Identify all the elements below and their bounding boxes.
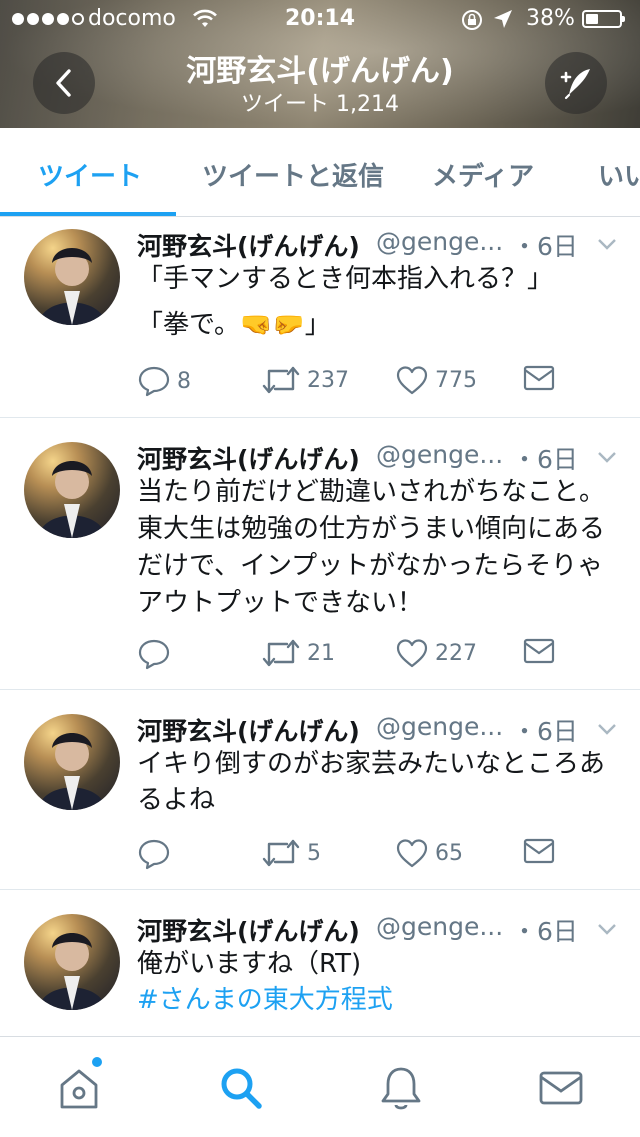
tweet-item[interactable]: 河野玄斗(げんげん) @genge... ・6日 「手マンするとき何本指入れる？… — [0, 217, 640, 418]
profile-name: 河野玄斗(げんげん) — [186, 54, 454, 89]
reply-icon — [138, 639, 170, 670]
status-bar: docomo 20:14 38% — [0, 0, 640, 40]
reply-icon — [138, 366, 170, 397]
tweet-author-handle: @genge... — [376, 912, 504, 941]
retweet-icon — [262, 366, 300, 394]
tweet-actions: 21 227 — [137, 638, 617, 672]
direct-message-button[interactable] — [523, 365, 555, 391]
location-arrow-icon — [494, 10, 512, 28]
tweet-text: イキり倒すのがお家芸みたいなところあるよね — [137, 746, 627, 818]
compose-feather-icon — [560, 69, 590, 100]
chevron-down-icon[interactable] — [596, 446, 618, 468]
bottom-navigation — [0, 1036, 640, 1137]
tweet-text: 俺がいますね（RT) #さんまの東大方程式 — [137, 946, 627, 1018]
tweet-author-name[interactable]: 河野玄斗(げんげん) — [137, 227, 360, 263]
hashtag-link[interactable]: #さんまの東大方程式 — [137, 982, 627, 1018]
direct-message-icon — [523, 365, 555, 391]
messages-icon — [539, 1071, 583, 1105]
tab-tweets-and-replies[interactable]: ツイートと返信 — [202, 156, 384, 193]
direct-message-button[interactable] — [523, 838, 555, 864]
tweet-item[interactable]: 河野玄斗(げんげん) @genge... ・6日 イキり倒すのがお家芸みたいなと… — [0, 690, 640, 890]
like-count: 227 — [435, 640, 477, 666]
chevron-down-icon[interactable] — [596, 718, 618, 740]
compose-tweet-button[interactable] — [545, 52, 607, 114]
profile-tabs: ツイート ツイートと返信 メディア いい — [0, 128, 640, 217]
retweet-count: 21 — [307, 640, 335, 666]
battery-percent: 38% — [526, 6, 575, 31]
like-icon — [396, 366, 428, 395]
like-button[interactable]: 65 — [395, 838, 463, 868]
chevron-down-icon[interactable] — [596, 918, 618, 940]
tweet-actions: 5 65 — [137, 838, 617, 872]
like-count: 65 — [435, 840, 463, 866]
retweet-icon — [262, 839, 300, 867]
direct-message-icon — [523, 838, 555, 864]
reply-icon — [138, 839, 170, 870]
retweet-count: 5 — [307, 840, 321, 866]
tweet-text-line: 「手マンするとき何本指入れる？」 — [137, 264, 554, 294]
avatar[interactable] — [24, 714, 120, 810]
tweet-timestamp: ・6日 — [512, 717, 578, 746]
notifications-icon — [381, 1067, 421, 1110]
rotation-lock-icon — [462, 10, 482, 30]
nav-notifications[interactable] — [376, 1063, 426, 1113]
profile-header: docomo 20:14 38% 河野玄斗(げんげん) ツイート 1,214 — [0, 0, 640, 128]
search-icon — [221, 1068, 262, 1109]
tweet-text-line: 当たり前だけど勘違いされがちなこと。東大生は勉強の仕方がうまい傾向にあるだけで、… — [137, 477, 606, 618]
tweet-text-line: 「拳で。🤜🤛」 — [137, 310, 331, 340]
new-tweets-indicator — [92, 1057, 102, 1067]
retweet-count: 237 — [307, 367, 349, 393]
retweet-button[interactable]: 5 — [261, 838, 321, 868]
retweet-button[interactable]: 237 — [261, 365, 349, 395]
tab-likes[interactable]: いい — [598, 156, 640, 193]
tweet-author-handle: @genge... — [376, 440, 504, 469]
avatar[interactable] — [24, 914, 120, 1010]
like-icon — [396, 639, 428, 668]
direct-message-icon — [523, 638, 555, 664]
tweet-author-name[interactable]: 河野玄斗(げんげん) — [137, 712, 360, 748]
tweet-timestamp: ・6日 — [512, 232, 578, 261]
tweet-item[interactable]: 河野玄斗(げんげん) @genge... ・6日 当たり前だけど勘違いされがちな… — [0, 418, 640, 690]
avatar[interactable] — [24, 442, 120, 538]
like-count: 775 — [435, 367, 477, 393]
tweet-timestamp: ・6日 — [512, 917, 578, 946]
nav-search[interactable] — [216, 1063, 266, 1113]
like-icon — [396, 839, 428, 868]
tweet-count: ツイート 1,214 — [241, 92, 399, 117]
home-icon — [60, 1069, 98, 1109]
tweet-author-name[interactable]: 河野玄斗(げんげん) — [137, 912, 360, 948]
tweet-text-line: 俺がいますね（RT) — [137, 949, 362, 979]
reply-button[interactable] — [137, 838, 177, 870]
tweet-text: 「手マンするとき何本指入れる？」 「拳で。🤜🤛」 — [137, 261, 627, 353]
like-button[interactable]: 227 — [395, 638, 477, 668]
tweet-timeline[interactable]: 河野玄斗(げんげん) @genge... ・6日 「手マンするとき何本指入れる？… — [0, 217, 640, 1037]
reply-button[interactable]: 8 — [137, 365, 191, 397]
tweet-item[interactable]: 河野玄斗(げんげん) @genge... ・6日 俺がいますね（RT) #さんま… — [0, 890, 640, 1037]
tab-tweets[interactable]: ツイート — [38, 156, 142, 193]
chevron-down-icon[interactable] — [596, 233, 618, 255]
tweet-author-name[interactable]: 河野玄斗(げんげん) — [137, 440, 360, 476]
retweet-button[interactable]: 21 — [261, 638, 335, 668]
tweet-actions: 8 237 775 — [137, 365, 617, 399]
retweet-icon — [262, 639, 300, 667]
reply-button[interactable] — [137, 638, 177, 670]
tweet-text: 当たり前だけど勘違いされがちなこと。東大生は勉強の仕方がうまい傾向にあるだけで、… — [137, 474, 627, 622]
direct-message-button[interactable] — [523, 638, 555, 664]
tab-media[interactable]: メディア — [432, 156, 534, 193]
nav-home[interactable] — [54, 1063, 104, 1113]
tweet-text-line: イキり倒すのがお家芸みたいなところあるよね — [137, 749, 606, 815]
active-tab-indicator — [0, 212, 176, 216]
tweet-timestamp: ・6日 — [512, 445, 578, 474]
avatar[interactable] — [24, 229, 120, 325]
tweet-author-handle: @genge... — [376, 227, 504, 256]
nav-messages[interactable] — [536, 1063, 586, 1113]
tweet-author-handle: @genge... — [376, 712, 504, 741]
battery-icon — [582, 10, 625, 28]
like-button[interactable]: 775 — [395, 365, 477, 395]
reply-count: 8 — [177, 368, 191, 394]
